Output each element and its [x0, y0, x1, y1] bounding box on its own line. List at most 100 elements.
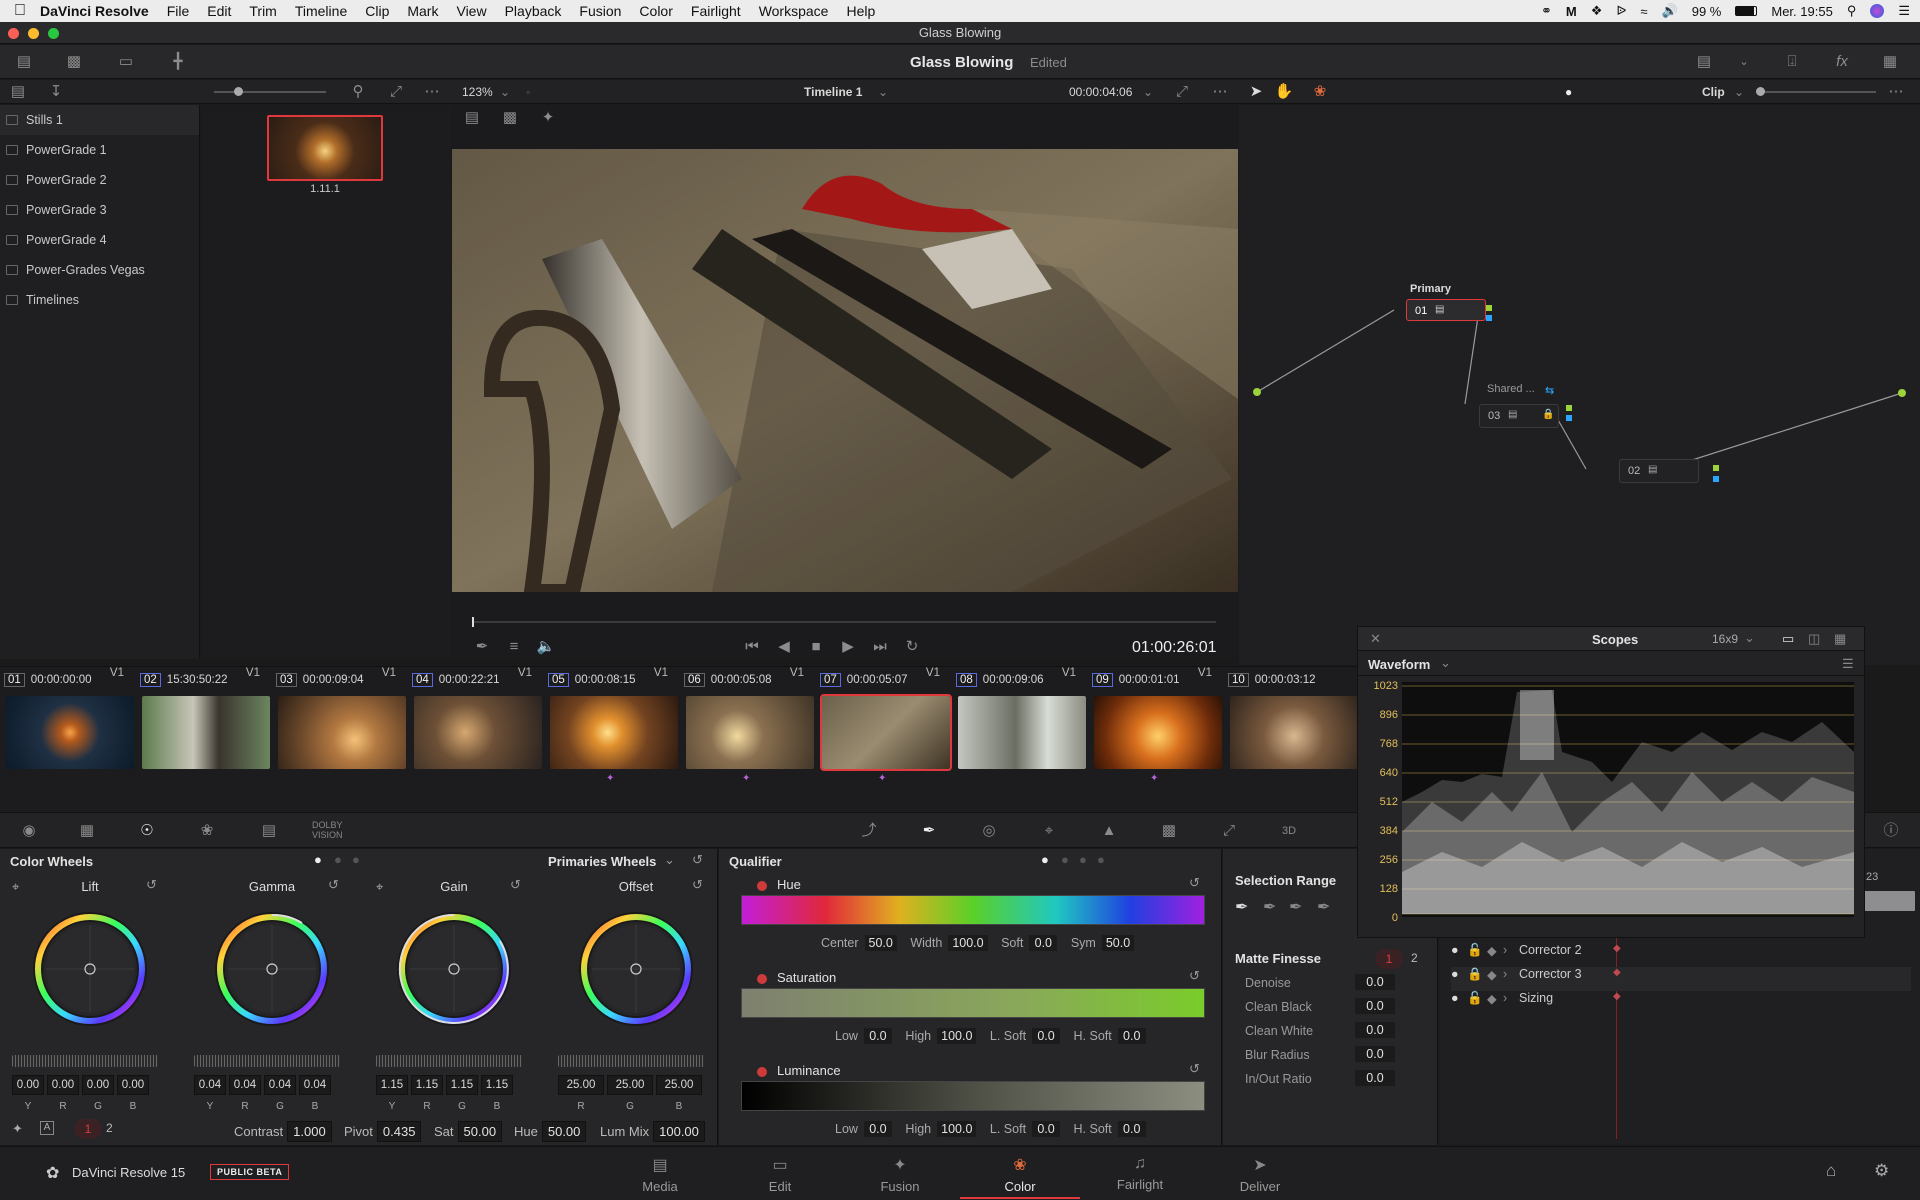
hue-range-bar[interactable] — [741, 895, 1205, 925]
battery-icon[interactable] — [1735, 6, 1758, 16]
keyframe-marker[interactable]: ◆ — [1613, 967, 1621, 978]
page-fusion[interactable]: ✦ Fusion — [840, 1155, 960, 1194]
page-media[interactable]: ▤ Media — [600, 1155, 720, 1194]
gamma-wheel[interactable] — [212, 909, 332, 1029]
volume-icon[interactable]: 🔊 — [1662, 3, 1678, 19]
node-editor[interactable]: Primary 01 ▤ Shared ... ⇆ 03 ▤ 🔒 02 ▤ — [1239, 105, 1920, 665]
tracker-icon[interactable]: ⌖ — [1038, 821, 1060, 841]
menu-view[interactable]: View — [456, 3, 486, 19]
eyedropper-plus-icon[interactable]: ✒ — [1289, 897, 1302, 917]
rgb-mixer-icon[interactable]: ❀ — [196, 821, 218, 841]
wheels-mode-dropdown[interactable]: Primaries Wheels — [548, 854, 656, 869]
thumbnail-size-slider[interactable] — [214, 87, 326, 96]
highlight-icon[interactable]: ✦ — [538, 109, 558, 127]
album-powergrade-4[interactable]: PowerGrade 4 — [0, 225, 199, 255]
menu-edit[interactable]: Edit — [207, 3, 231, 19]
enable-dot-icon[interactable]: ● — [1451, 967, 1459, 981]
menu-fairlight[interactable]: Fairlight — [691, 3, 741, 19]
lum-low-value[interactable]: 0.0 — [863, 1121, 892, 1137]
lum-mix-value[interactable]: 100.00 — [653, 1121, 705, 1142]
clip-thumbnail[interactable]: 10 00:00:03:12 — [1224, 667, 1358, 783]
close-window-button[interactable] — [8, 28, 19, 39]
keyframe-diamond-icon[interactable]: ◆ — [1487, 991, 1497, 1006]
keyframe-marker[interactable]: ◆ — [1613, 943, 1621, 954]
grab-still-icon[interactable]: ↧ — [46, 83, 66, 101]
chevron-down-icon[interactable]: ⌄ — [500, 85, 510, 99]
app-menu[interactable]: DaVinci Resolve — [40, 3, 149, 19]
page-dot-icon[interactable]: ● — [1041, 852, 1049, 867]
color-wheels-icon[interactable]: ☉ — [136, 821, 158, 841]
more-options-icon[interactable]: ⋯ — [1886, 83, 1906, 101]
play-reverse-icon[interactable]: ◀ — [774, 638, 794, 656]
feather-icon[interactable]: ✒ — [1317, 897, 1330, 917]
more-options-icon[interactable]: ⋯ — [1210, 83, 1230, 101]
zoom-window-button[interactable] — [48, 28, 59, 39]
clip-thumbnail[interactable]: 04 00:00:22:21 V1 — [408, 667, 544, 783]
lum-hsoft-value[interactable]: 0.0 — [1117, 1121, 1146, 1137]
lock-icon[interactable]: 🔒 — [1467, 967, 1483, 982]
expand-icon[interactable]: ⤢ — [386, 83, 406, 101]
gallery-icon[interactable]: ▩ — [64, 53, 84, 71]
blur-icon[interactable]: ▲ — [1098, 821, 1120, 841]
keyframe-row-sizing[interactable]: ● 🔓 ◆ › Sizing ◆ — [1451, 991, 1911, 1015]
menu-timeline[interactable]: Timeline — [295, 3, 347, 19]
camera-raw-icon[interactable]: ◉ — [18, 821, 40, 841]
viewer-zoom-dropdown[interactable]: 123% — [462, 85, 493, 99]
3d-icon[interactable]: 3D — [1278, 821, 1300, 841]
node-output-port[interactable] — [1566, 405, 1572, 411]
page-dot-icon[interactable]: ● — [1079, 852, 1087, 867]
curves-icon[interactable]: ⤴ — [858, 821, 880, 841]
split-screen-icon[interactable]: ▩ — [500, 109, 520, 127]
lift-b-value[interactable]: 0.00 — [117, 1075, 149, 1095]
apple-icon[interactable]:  — [0, 2, 40, 20]
clip-thumbnail[interactable]: 01 00:00:00:00 V1 — [0, 667, 136, 783]
node-03[interactable]: 03 ▤ 🔒 — [1479, 404, 1559, 428]
keyframe-diamond-icon[interactable]: ◆ — [1487, 967, 1497, 982]
play-icon[interactable]: ▶ — [838, 638, 858, 656]
media-pool-icon[interactable]: ▤ — [14, 53, 34, 71]
chevron-down-icon[interactable]: ⌄ — [664, 852, 675, 868]
album-power-grades-vegas[interactable]: Power-Grades Vegas — [0, 255, 199, 285]
key-icon[interactable]: ▩ — [1158, 821, 1180, 841]
matte-page-2[interactable]: 2 — [1411, 951, 1418, 965]
viewer-timecode[interactable]: 00:00:04:06 — [1069, 85, 1132, 99]
auto-balance-icon[interactable]: ✦ — [12, 1121, 23, 1137]
timeline-name-dropdown[interactable]: Timeline 1 — [804, 85, 862, 99]
luminance-enable-toggle[interactable] — [757, 1067, 767, 1077]
contrast-field[interactable]: Contrast 1.000 — [234, 1121, 332, 1142]
fullscreen-icon[interactable]: ⤢ — [1172, 83, 1192, 101]
fx-icon[interactable]: fx — [1832, 53, 1852, 71]
lift-r-value[interactable]: 0.00 — [47, 1075, 79, 1095]
eyedropper-icon[interactable]: ✒ — [1235, 897, 1248, 917]
pointer-icon[interactable]: ➤ — [1246, 83, 1266, 101]
color-match-icon[interactable]: ▦ — [76, 821, 98, 841]
node-02[interactable]: 02 ▤ — [1619, 459, 1699, 483]
scrubber-bar[interactable] — [472, 617, 1216, 627]
single-view-icon[interactable]: ▭ — [1782, 631, 1794, 647]
clean-white-value[interactable]: 0.0 — [1355, 1022, 1395, 1038]
enable-dot-icon[interactable]: ● — [1451, 943, 1459, 957]
node-output-port[interactable] — [1566, 415, 1572, 421]
scopes-format-dropdown[interactable]: 16x9 — [1712, 632, 1738, 646]
lift-wheel[interactable] — [30, 909, 150, 1029]
scope-type-dropdown[interactable]: Waveform — [1368, 657, 1430, 672]
menu-fusion[interactable]: Fusion — [579, 3, 621, 19]
color-dots-icon[interactable]: ❀ — [1310, 83, 1330, 101]
menu-playback[interactable]: Playback — [505, 3, 562, 19]
hue-value[interactable]: 50.00 — [541, 1121, 587, 1142]
node-01[interactable]: 01 ▤ — [1406, 299, 1486, 321]
reset-icon[interactable]: ↺ — [1189, 1061, 1200, 1077]
chevron-down-icon[interactable]: ⌄ — [1440, 655, 1451, 671]
chevron-down-icon[interactable]: ⌄ — [1143, 85, 1153, 99]
clean-black-value[interactable]: 0.0 — [1355, 998, 1395, 1014]
lock-icon[interactable]: 🔓 — [1467, 943, 1483, 958]
gain-g-value[interactable]: 1.15 — [446, 1075, 478, 1095]
hue-sym-value[interactable]: 50.0 — [1101, 935, 1135, 951]
node-output-port[interactable] — [1713, 465, 1719, 471]
node-output-port[interactable] — [1486, 305, 1492, 311]
page-fairlight[interactable]: ♫ Fairlight — [1080, 1155, 1200, 1192]
menu-file[interactable]: File — [167, 3, 190, 19]
lift-y-value[interactable]: 0.00 — [12, 1075, 44, 1095]
layers-icon[interactable]: ≡ — [504, 638, 524, 656]
pivot-field[interactable]: Pivot 0.435 — [344, 1121, 422, 1142]
